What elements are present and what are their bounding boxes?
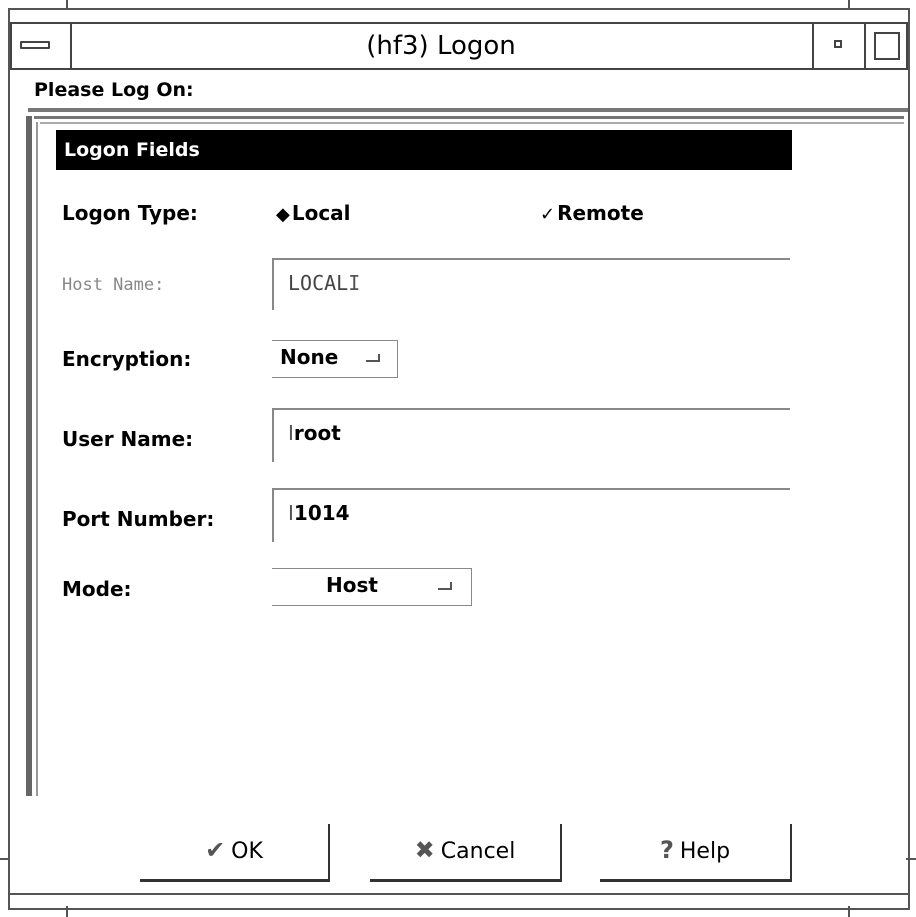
panel-border-left-inner	[36, 122, 38, 796]
select-top-border	[272, 340, 397, 341]
ok-button-label: OK	[231, 839, 263, 864]
minimize-icon	[834, 40, 842, 48]
cancel-button[interactable]: ✖ Cancel	[370, 824, 562, 882]
cancel-button-label: Cancel	[440, 839, 516, 864]
help-button-label: Help	[679, 839, 731, 864]
mode-select[interactable]: Host	[272, 568, 472, 606]
dialog-header: Please Log On:	[34, 79, 194, 101]
host-name-value: LOCAL	[288, 271, 349, 295]
encryption-value: None	[280, 345, 339, 369]
radio-local[interactable]: ◆ Local	[276, 198, 351, 230]
x-icon: ✖	[414, 836, 435, 864]
frame-notch-top-left	[66, 0, 68, 10]
help-button[interactable]: ? Help	[600, 824, 792, 882]
user-name-value: root	[293, 421, 341, 445]
radio-remote-label: Remote	[557, 201, 644, 225]
user-name-label: User Name:	[62, 427, 194, 451]
host-name-label: Host Name:	[62, 275, 165, 295]
option-menu-indicator-icon	[366, 354, 380, 362]
logon-type-label: Logon Type:	[62, 201, 198, 225]
header-divider	[28, 108, 908, 112]
frame-notch-top-right	[848, 0, 850, 10]
maximize-icon	[874, 32, 900, 60]
panel-border-left	[26, 116, 32, 796]
section-title: Logon Fields	[56, 130, 792, 170]
encryption-label: Encryption:	[62, 347, 192, 371]
encryption-select[interactable]: None	[272, 340, 398, 378]
text-cursor-icon: I	[348, 271, 361, 295]
frame-notch-bottom-right	[848, 906, 850, 917]
ok-button[interactable]: ✔ OK	[140, 824, 330, 882]
window-menu-button[interactable]	[12, 24, 72, 68]
panel-border-top	[34, 116, 904, 119]
check-radio-icon: ✓	[540, 204, 556, 225]
port-number-label: Port Number:	[62, 507, 215, 531]
panel-border-top-inner	[40, 122, 904, 124]
radio-remote[interactable]: ✓ Remote	[540, 198, 644, 230]
port-number-value: 1014	[293, 501, 350, 525]
user-name-field[interactable]: Iroot	[272, 408, 790, 462]
checkmark-icon: ✔	[205, 836, 226, 864]
minimize-button[interactable]	[812, 24, 864, 68]
window-menu-icon	[20, 41, 50, 49]
port-number-field[interactable]: I1014	[272, 488, 790, 542]
window-title: (hf3) Logon	[366, 31, 516, 61]
option-menu-indicator-icon	[438, 582, 452, 590]
select-top-border	[272, 568, 471, 569]
mode-value: Host	[326, 573, 378, 597]
question-mark-icon: ?	[659, 836, 674, 864]
mode-label: Mode:	[62, 577, 132, 601]
maximize-button[interactable]	[864, 24, 908, 68]
frame-notch-bottom-left	[66, 906, 68, 917]
diamond-radio-icon: ◆	[276, 204, 290, 225]
bottom-frame-line	[10, 893, 908, 895]
frame-notch-right	[906, 858, 916, 860]
frame-notch-left	[0, 858, 10, 860]
radio-local-label: Local	[291, 201, 351, 225]
host-name-field: LOCALI	[272, 258, 790, 310]
